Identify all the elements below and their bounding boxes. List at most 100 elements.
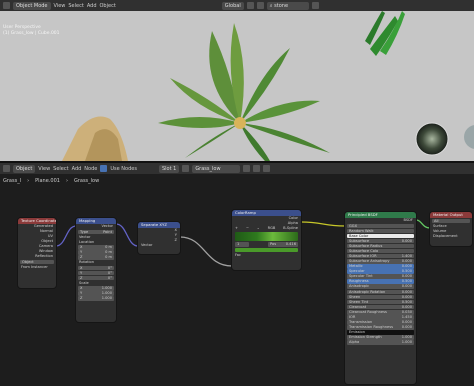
material-icon [182, 165, 190, 172]
location-x[interactable]: X0 m [78, 245, 114, 250]
rotation-x[interactable]: X 0° [78, 265, 114, 270]
principled-bsdf-node[interactable]: Principled BSDF BSDF GGX Random Walk Bas… [345, 212, 416, 384]
output-target-dropdown[interactable]: All [432, 218, 470, 223]
texture-coordinate-node[interactable]: Texture Coordinate Generated Normal UV O… [18, 218, 56, 288]
bsdf-input-row[interactable]: Emission [347, 330, 414, 335]
bsdf-input-row[interactable]: Alpha 1.000 [347, 340, 414, 346]
object-field[interactable]: Object [20, 259, 54, 264]
menu-view[interactable]: View [54, 2, 66, 10]
bsdf-input-row[interactable]: Clearcoat 0.000 [347, 304, 414, 310]
bsdf-input-row[interactable]: Transmission 0.000 [347, 320, 414, 325]
bsdf-input-value: 0.030 [401, 309, 412, 314]
interpolation-dropdown[interactable]: B-Spline [283, 226, 298, 231]
location-y[interactable]: Y0 m [78, 250, 114, 255]
viewport-overlay-title: User Perspective [3, 25, 41, 30]
bsdf-input-value: 0.000 [401, 238, 412, 243]
bsdf-input-row[interactable]: Subsurface Colo [347, 248, 414, 254]
bsdf-input-label: Subsurface Radius [349, 243, 383, 248]
unlink-icon[interactable] [263, 165, 271, 172]
bsdf-input-label: Base Color [349, 233, 369, 238]
search-icon: ⌕ [269, 2, 273, 9]
mapping-type-dropdown[interactable]: Type Point [78, 229, 114, 234]
viewport-scene [62, 11, 474, 161]
editor-type-icon[interactable] [3, 2, 10, 9]
bsdf-input-row[interactable]: Subsurface IOR 1.400 [347, 253, 414, 259]
ne-menu-add[interactable]: Add [72, 165, 82, 173]
scale-z[interactable]: Z 1.000 [78, 296, 114, 301]
material-name-field[interactable]: Grass_low [192, 164, 241, 173]
filter-icon[interactable] [311, 2, 319, 9]
ne-menu-node[interactable]: Node [84, 165, 97, 173]
ne-menu-select[interactable]: Select [53, 165, 68, 173]
bsdf-input-row[interactable]: Emission Strength 1.000 [347, 335, 414, 340]
bsdf-input-label: Transmission [349, 320, 373, 325]
scale-label: Scale [79, 280, 89, 285]
bsdf-input-row[interactable]: IOR 1.450 [347, 315, 414, 320]
menu-object[interactable]: Object [100, 2, 116, 10]
mapping-node[interactable]: Mapping Vector Type Point Vector Location… [76, 218, 116, 322]
color-mode-dropdown[interactable]: RGB [268, 226, 276, 231]
color-ramp-gradient[interactable] [235, 232, 298, 241]
node-editor-canvas[interactable]: Texture Coordinate Generated Normal UV O… [0, 186, 474, 386]
bsdf-input-value: 0.000 [401, 304, 412, 309]
ne-menu-view[interactable]: View [38, 165, 50, 173]
distribution-dropdown[interactable]: GGX [347, 223, 414, 228]
bsdf-input-row[interactable]: Anisotropic Rotation 0.000 [347, 289, 414, 295]
bsdf-input-label: Specular [349, 269, 365, 274]
bsdf-input-row[interactable]: Anisotropic 0.000 [347, 284, 414, 290]
ramp-options-icon[interactable]: ⌄ [257, 226, 260, 231]
scale-y[interactable]: Y 1.000 [78, 291, 114, 296]
proportional-icon[interactable] [256, 2, 264, 9]
bsdf-input-label: Subsurface Anisotropy [349, 258, 390, 263]
slot-dropdown[interactable]: Slot 1 [158, 164, 180, 173]
menu-add[interactable]: Add [87, 2, 97, 10]
bsdf-input-label: Metallic [349, 264, 363, 269]
bsdf-input-row[interactable]: Subsurface Anisotropy 0.000 [347, 258, 414, 264]
stop-index-field[interactable]: 1 [235, 242, 249, 247]
bsdf-input-row[interactable]: Subsurface 0.000 [347, 238, 414, 244]
add-stop-button[interactable]: + [235, 226, 238, 231]
bsdf-input-row[interactable]: Sheen 0.000 [347, 294, 414, 300]
separate-xyz-node[interactable]: Separate XYZ X Y Z Vector [138, 222, 180, 254]
bsdf-input-row[interactable]: Specular Tint 0.000 [347, 274, 414, 279]
ramp-controls: + − ⌄ RGB B-Spline [232, 226, 301, 231]
colorramp-node[interactable]: ColorRamp Color Alpha + − ⌄ RGB B-Spline… [232, 210, 301, 270]
bsdf-input-row[interactable]: Sheen Tint 0.500 [347, 299, 414, 305]
bsdf-input-label: Subsurface [349, 238, 370, 243]
bsdf-input-label: Transmission Roughness [349, 325, 393, 330]
bsdf-input-row[interactable]: Specular 0.500 [347, 269, 414, 274]
bsdf-input-row[interactable]: Base Color [347, 233, 414, 239]
bsdf-input-label: Sheen [349, 294, 361, 299]
use-nodes-checkbox[interactable] [100, 165, 108, 172]
bsdf-input-row[interactable]: Subsurface Radius [347, 243, 414, 249]
object-mode-dropdown[interactable]: Object Mode [13, 1, 51, 10]
bsdf-input-value: 0.000 [401, 274, 412, 279]
location-z[interactable]: Z0 m [78, 255, 114, 260]
material-output-node[interactable]: Material Output All Surface Volume Displ… [430, 212, 472, 246]
remove-stop-button[interactable]: − [246, 226, 249, 231]
bsdf-input-row[interactable]: Metallic 0.000 [347, 264, 414, 269]
transform-orientation-dropdown[interactable]: Global [221, 1, 244, 10]
from-instancer-checkbox[interactable]: From Instancer [18, 265, 56, 270]
subsurface-method-dropdown[interactable]: Random Walk [347, 228, 414, 233]
hdri-sphere-shape [415, 122, 449, 156]
node-editor-type-icon[interactable] [3, 165, 10, 172]
rotation-z[interactable]: Z 0° [78, 275, 114, 280]
bsdf-input-row[interactable]: Transmission Roughness 0.000 [347, 325, 414, 330]
bsdf-input-row[interactable]: Clearcoat Roughness 0.030 [347, 309, 414, 315]
scale-x[interactable]: X 1.000 [78, 286, 114, 291]
duplicate-material-icon[interactable] [253, 165, 261, 172]
bsdf-input-row[interactable]: Roughness 0.500 [347, 279, 414, 284]
menu-select[interactable]: Select [68, 2, 83, 10]
rotation-y[interactable]: Y 0° [78, 270, 114, 275]
3d-viewport[interactable]: User Perspective (1) Grass_low | Cube.00… [0, 11, 474, 161]
fake-user-icon[interactable] [243, 165, 251, 172]
snap-icon[interactable] [246, 2, 254, 9]
breadcrumb-material: Grass_low [73, 178, 100, 184]
bsdf-input-value: 0.500 [401, 299, 412, 304]
search-field[interactable]: ⌕ stone [266, 1, 309, 10]
viewport-overlay-subtitle: (1) Grass_low | Cube.001 [3, 31, 60, 36]
stop-position-field[interactable]: Pos 0.416 [268, 242, 298, 247]
stop-color-swatch[interactable] [235, 248, 298, 252]
object-dropdown[interactable]: Object [13, 164, 36, 173]
